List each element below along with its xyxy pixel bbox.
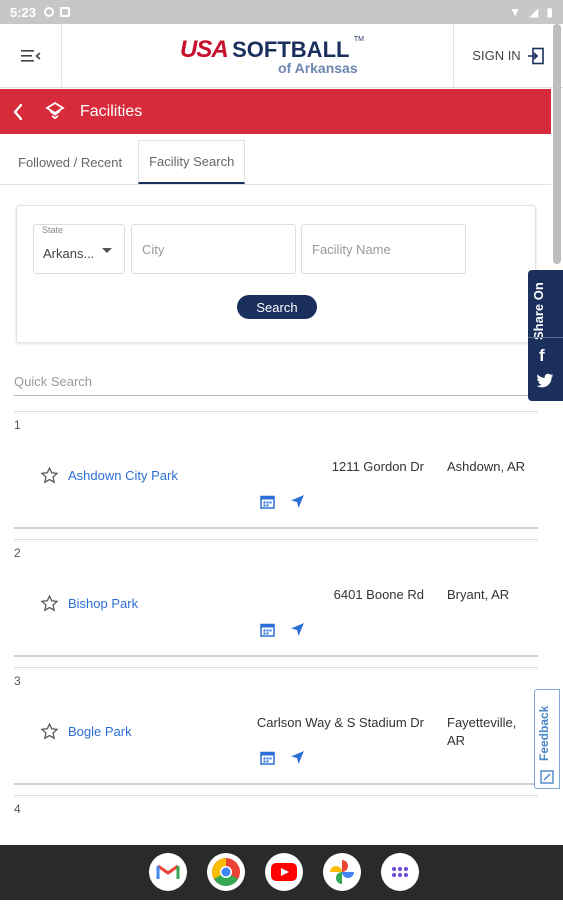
feedback-icon: [540, 770, 554, 784]
youtube-icon[interactable]: [265, 853, 303, 891]
directions-icon[interactable]: [290, 494, 305, 509]
calendar-icon[interactable]: [260, 750, 275, 765]
chrome-icon[interactable]: [207, 853, 245, 891]
facebook-icon[interactable]: f: [539, 346, 545, 366]
signal-icon: ◢: [529, 5, 539, 19]
quick-search-input[interactable]: Quick Search: [14, 370, 538, 396]
facility-address: 1211 Gordon Dr: [331, 459, 424, 474]
back-button[interactable]: [0, 103, 36, 121]
chrome-glyph: [212, 858, 240, 886]
directions-icon[interactable]: [290, 622, 305, 637]
facility-name-input[interactable]: [301, 224, 466, 274]
divider: [528, 337, 563, 338]
share-on-label: Share On: [531, 282, 546, 340]
calendar-icon[interactable]: [260, 494, 275, 509]
state-value: Arkans...: [43, 246, 95, 261]
gmail-icon[interactable]: [149, 853, 187, 891]
facility-city: Ashdown, AR: [447, 459, 526, 474]
calendar-icon[interactable]: [260, 622, 275, 637]
battery-icon: ▮: [546, 5, 553, 19]
facility-search-form: State Arkans... Search: [16, 205, 536, 343]
star-icon[interactable]: [40, 466, 59, 485]
status-bar: 5:23 ▼ ◢ ▮: [0, 0, 563, 24]
facility-address: Carlson Way & S Stadium Dr: [256, 715, 424, 730]
state-select[interactable]: State Arkans...: [33, 224, 125, 274]
twitter-icon[interactable]: [536, 373, 554, 389]
menu-button[interactable]: [0, 24, 62, 87]
facility-link[interactable]: Bishop Park: [68, 596, 138, 611]
logo-subtitle: of Arkansas: [278, 60, 358, 76]
feedback-label: Feedback: [537, 705, 551, 761]
result-number: 1: [14, 418, 21, 432]
search-button[interactable]: Search: [237, 295, 317, 319]
facility-city: Fayetteville, AR: [447, 715, 517, 748]
star-icon[interactable]: [40, 594, 59, 613]
status-time: 5:23: [10, 4, 37, 20]
back-arrow-icon: [13, 103, 23, 120]
facility-link[interactable]: Ashdown City Park: [68, 468, 178, 483]
photos-glyph: [330, 860, 354, 884]
tab-followed-recent[interactable]: Followed / Recent: [0, 140, 132, 184]
menu-collapse-icon: [20, 49, 41, 62]
result-number: 2: [14, 546, 21, 560]
list-item: 1 Ashdown City Park 1211 Gordon Dr Ashdo…: [14, 411, 538, 529]
dropdown-caret-icon: [102, 248, 112, 253]
share-on-panel: Share On f: [528, 270, 563, 401]
sign-in-button[interactable]: SIGN IN: [453, 24, 563, 87]
tab-bar: Followed / Recent Facility Search: [0, 140, 551, 185]
result-number: 3: [14, 674, 21, 688]
list-item: 3 Bogle Park Carlson Way & S Stadium Dr …: [14, 667, 538, 785]
dnd-icon: [44, 7, 55, 17]
wifi-icon: ▼: [509, 5, 522, 19]
photos-icon[interactable]: [323, 853, 361, 891]
app-dock: [149, 853, 419, 891]
city-input[interactable]: [131, 224, 296, 274]
sim-icon: [60, 7, 71, 17]
apps-icon[interactable]: [381, 853, 419, 891]
directions-icon[interactable]: [290, 750, 305, 765]
result-number: 4: [14, 802, 21, 816]
facility-address: 6401 Boone Rd: [333, 587, 424, 602]
sign-in-icon: [527, 47, 544, 64]
list-item: 2 Bishop Park 6401 Boone Rd Bryant, AR: [14, 539, 538, 657]
sign-in-label: SIGN IN: [472, 48, 521, 63]
feedback-tab[interactable]: Feedback: [534, 689, 560, 789]
usa-softball-logo[interactable]: USA SOFTBALL TM of Arkansas: [180, 36, 380, 80]
facility-icon: [45, 101, 65, 119]
facility-city: Bryant, AR: [447, 587, 510, 602]
facility-link[interactable]: Bogle Park: [68, 724, 132, 739]
apps-glyph: [392, 867, 408, 877]
state-label: State: [42, 225, 64, 235]
page-title: Facilities: [80, 102, 143, 120]
tab-facility-search[interactable]: Facility Search: [138, 140, 246, 184]
youtube-glyph: [271, 863, 297, 881]
gmail-glyph: [156, 864, 180, 879]
page-title-bar: Facilities: [0, 89, 551, 134]
star-icon[interactable]: [40, 722, 59, 741]
scrollbar[interactable]: [553, 24, 561, 264]
app-header: USA SOFTBALL TM of Arkansas SIGN IN: [0, 24, 563, 88]
